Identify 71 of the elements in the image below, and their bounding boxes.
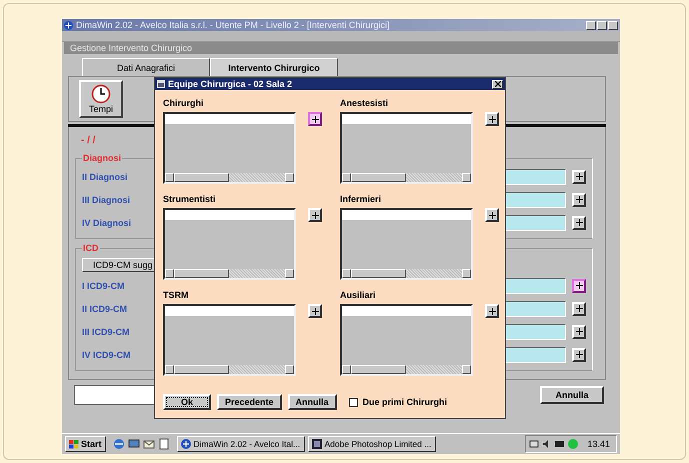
taskbar-button[interactable]: Adobe Photoshop Limited ...	[308, 436, 436, 452]
plus-icon	[576, 328, 582, 335]
cancel-button[interactable]: Annulla	[540, 386, 604, 404]
mail-icon[interactable]	[142, 438, 155, 450]
list-box[interactable]	[163, 208, 296, 280]
dialog-button[interactable]: Ok	[163, 394, 211, 410]
close-button[interactable]	[608, 20, 618, 30]
plus-icon	[312, 308, 318, 314]
windows-logo-icon	[69, 440, 79, 448]
plus-icon	[576, 173, 582, 180]
list-label: Chirurghi	[163, 98, 204, 110]
list-box[interactable]	[340, 112, 473, 184]
field-label: II Diagnosi	[82, 172, 128, 182]
taskbar-button[interactable]: DimaWin 2.02 - Avelco Ital...	[176, 436, 305, 452]
close-button[interactable]	[492, 80, 503, 88]
start-button[interactable]: Start	[65, 436, 106, 452]
close-icon	[494, 81, 500, 87]
tab[interactable]: Dati Anagrafici	[82, 58, 210, 76]
plus-icon	[576, 196, 582, 203]
minimize-button[interactable]	[586, 20, 596, 30]
document-icon[interactable]	[158, 438, 170, 450]
maximize-button[interactable]	[597, 20, 607, 30]
tab[interactable]: Intervento Chirurgico	[210, 58, 338, 76]
field-label: III Diagnosi	[82, 194, 130, 204]
plus-icon	[488, 116, 496, 122]
list-label: Anestesisti	[340, 98, 390, 110]
plus-icon	[576, 282, 582, 289]
input-field[interactable]	[74, 385, 156, 405]
dialog-button[interactable]: Precedente	[217, 394, 282, 410]
field-label: I ICD9-CM	[82, 280, 124, 290]
field-label: IV ICD9-CM	[82, 350, 131, 360]
window-icon	[157, 80, 165, 88]
plus-icon	[312, 212, 318, 218]
clock-icon	[91, 84, 111, 104]
browser-icon[interactable]	[112, 438, 125, 450]
field-label: II ICD9-CM	[82, 304, 127, 314]
dialog-title: Equipe Chirurgica - 02 Sala 2	[168, 79, 292, 89]
date-text: - / /	[81, 135, 96, 148]
list-label: TSRM	[163, 290, 190, 302]
plus-icon	[312, 116, 318, 122]
toolbar-button[interactable]: Tempi	[79, 80, 123, 118]
battery-icon[interactable]	[555, 439, 566, 449]
group-title: ICD	[82, 243, 100, 253]
list-label: Infermieri	[340, 194, 382, 206]
list-label: Strumentisti	[163, 194, 217, 206]
plus-icon	[576, 305, 582, 312]
plus-icon	[488, 212, 496, 218]
window-title: DimaWin 2.02 - Avelco Italia s.r.l. - Utente PM - Livello 2 - [Interventi Chirurgici]	[76, 20, 390, 30]
desktop-icon[interactable]	[128, 438, 140, 450]
checkbox-label: Due primi Chirurghi	[362, 397, 448, 407]
group-title: Diagnosi	[82, 153, 122, 163]
list-box[interactable]	[340, 208, 473, 280]
app-icon	[180, 439, 191, 449]
field-label: III ICD9-CM	[82, 326, 130, 336]
add-button[interactable]	[572, 278, 586, 292]
add-button[interactable]	[308, 112, 322, 126]
field-label: IV Diagnosi	[82, 218, 132, 228]
app-icon	[64, 20, 73, 30]
list-box[interactable]	[340, 304, 473, 376]
plus-icon	[576, 351, 582, 358]
network-icon[interactable]	[529, 439, 540, 449]
checkbox[interactable]	[348, 398, 358, 406]
clock: 13.41	[587, 439, 610, 449]
image-editor-icon	[312, 439, 322, 449]
plus-icon	[576, 219, 582, 226]
list-label: Ausiliari	[340, 290, 377, 302]
dialog-button[interactable]: Annulla	[288, 394, 337, 410]
child-window-title: Gestione Intervento Chirurgico	[64, 42, 618, 54]
list-box[interactable]	[163, 112, 296, 184]
list-box[interactable]	[163, 304, 296, 376]
plus-icon	[488, 308, 496, 314]
